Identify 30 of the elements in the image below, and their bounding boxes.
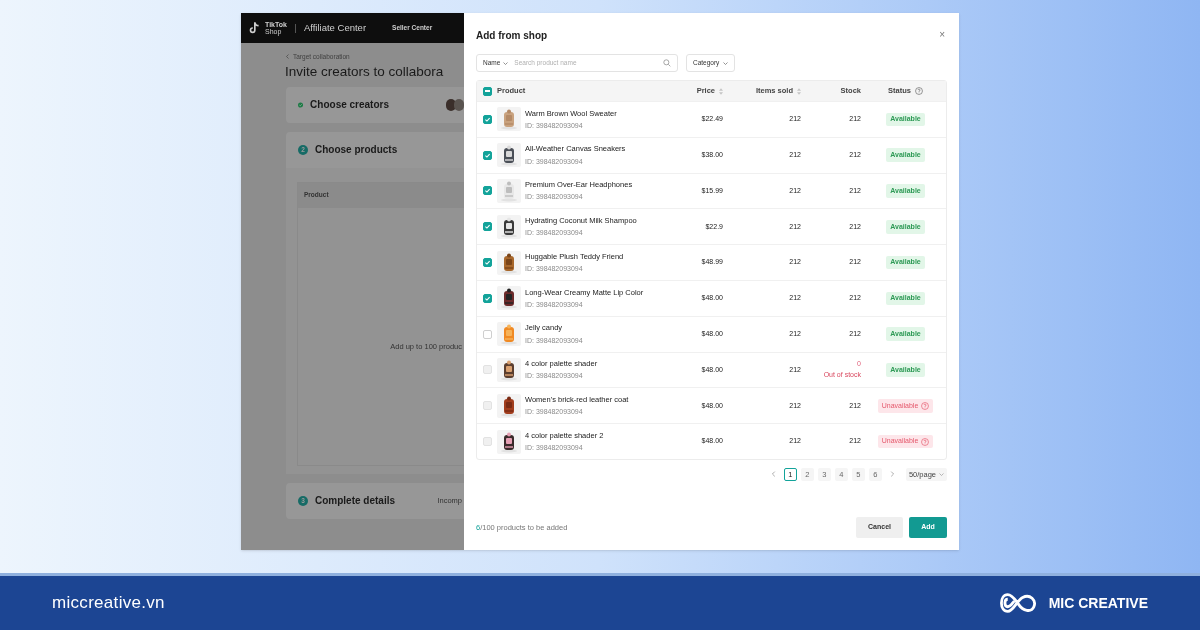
website-text: miccreative.vn (52, 592, 165, 615)
step-title: Choose products (315, 143, 398, 158)
previous-page-icon[interactable] (769, 470, 778, 479)
step-title: Complete details (315, 494, 396, 509)
help-icon (914, 87, 923, 95)
sort-icon[interactable] (797, 87, 801, 95)
music-note-icon (249, 22, 259, 34)
avatar (454, 98, 464, 111)
page-title: Invite creators to collabora (285, 62, 445, 81)
app-title: Affiliate Center (303, 20, 367, 35)
checkbox[interactable] (482, 293, 492, 303)
brand-name: MIC CREATIVE (1048, 593, 1148, 613)
help-icon (921, 401, 930, 410)
checkbox[interactable] (482, 150, 492, 160)
chevron-down-icon (939, 472, 944, 476)
checkbox[interactable] (482, 258, 492, 268)
close-button[interactable]: × (939, 30, 945, 40)
checkbox[interactable] (482, 114, 492, 124)
back-icon[interactable] (286, 54, 289, 60)
checkbox[interactable] (482, 86, 492, 96)
modal-title: Add from shop (476, 28, 548, 43)
checkbox[interactable] (482, 329, 492, 339)
chevron-down-icon (503, 61, 509, 65)
search-icon[interactable] (663, 59, 671, 67)
help-icon (921, 437, 930, 446)
sort-icon[interactable] (719, 87, 723, 95)
checkbox[interactable] (482, 222, 492, 232)
checkbox[interactable] (482, 186, 492, 196)
chevron-down-icon (723, 61, 729, 65)
step-title: Choose creators (310, 98, 389, 113)
